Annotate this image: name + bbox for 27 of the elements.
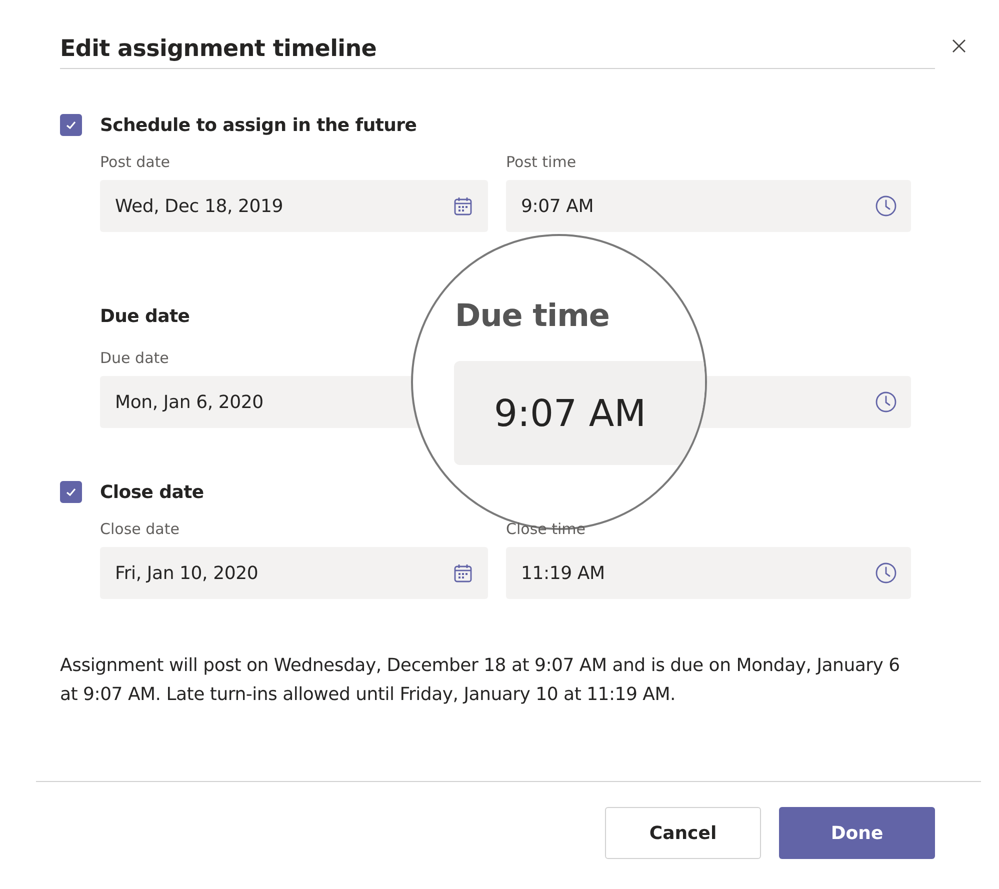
checkbox[interactable] [60,481,82,503]
field-label: Post time [506,152,578,173]
field-label: Close date [100,519,180,540]
checkmark-icon [65,486,77,498]
magnified-field: 9:07 AM [454,361,705,465]
input-field[interactable]: 11:19 AM [506,547,911,599]
cancel-button[interactable]: Cancel [605,807,761,859]
done-button[interactable]: Done [779,807,935,859]
magnified-label: Due time [455,298,610,334]
field-label: Post date [100,152,171,173]
field-label: Due date [100,348,170,369]
checkbox-label: Close date [100,482,204,502]
checkbox-label: Schedule to assign in the future [100,114,417,136]
clock-icon[interactable] [875,195,897,217]
clock-icon[interactable] [875,562,897,584]
close-icon[interactable] [951,38,967,54]
clock-icon[interactable] [875,391,897,413]
summary-text: Assignment will post on Wednesday, December 18 at 9:07 AM and is due on Monday, January 6 at 9:07 AM. Late turn-ins allowed until Friday, January 10 at 11:19 AM. [60,654,901,707]
checkbox[interactable] [60,114,82,136]
calendar-icon[interactable] [452,195,474,217]
input-field[interactable]: Fri, Jan 10, 2020 [100,547,488,599]
checkmark-icon [65,119,77,131]
input-field[interactable]: Wed, Dec 18, 2019 [100,180,488,232]
section-heading: Due date [100,306,190,326]
dialog-title: Edit assignment timeline [60,36,378,62]
input-field[interactable]: 9:07 AM [506,180,911,232]
calendar-icon[interactable] [452,562,474,584]
